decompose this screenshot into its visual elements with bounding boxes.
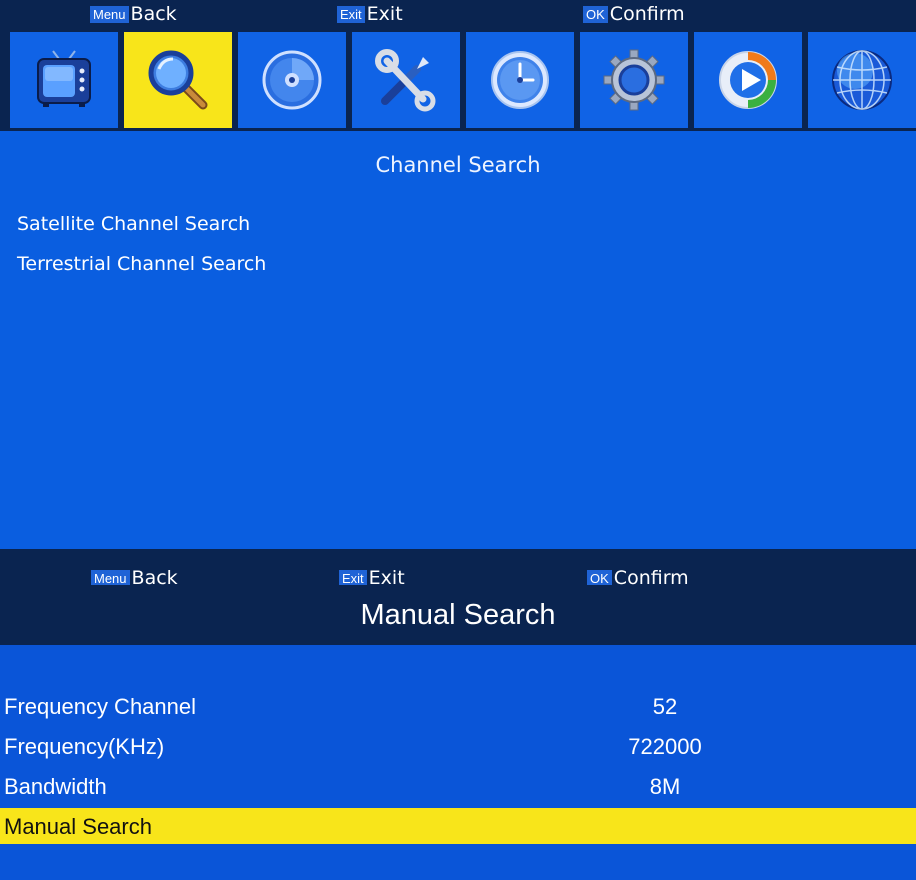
hint-menu-back: Menu Back	[90, 3, 177, 25]
menu-tile-disc[interactable]	[238, 32, 346, 128]
manual-search-title: Manual Search	[360, 598, 556, 631]
frequency-channel-label: Frequency Channel	[4, 694, 197, 719]
tools-icon	[375, 49, 436, 112]
globe-icon	[832, 50, 892, 110]
menu-tile-tv[interactable]	[10, 32, 118, 128]
hint-exit: Exit Exit	[339, 567, 405, 585]
channel-search-title: Channel Search	[375, 153, 541, 177]
exit-key: Exit	[339, 569, 367, 585]
exit-key: Exit	[337, 5, 365, 23]
menu-tile-network[interactable]	[808, 32, 916, 128]
gear-icon	[603, 49, 665, 111]
frequency-channel-value: 52	[652, 694, 678, 719]
menu-key: Menu	[91, 569, 130, 585]
main-menu-icon-bar	[0, 30, 916, 131]
menu-tile-settings[interactable]	[580, 32, 688, 128]
row-manual-search-start[interactable]: Manual Search	[0, 808, 916, 844]
bandwidth-label: Bandwidth	[4, 774, 107, 799]
clock-icon	[491, 51, 549, 109]
ok-key: OK	[587, 569, 612, 585]
menu-tile-media[interactable]	[694, 32, 802, 128]
disc-icon	[262, 50, 322, 110]
channel-search-panel: Channel Search Satellite Channel Search …	[0, 131, 916, 549]
manual-search-panel: Frequency Channel 52 Frequency(KHz) 7220…	[0, 645, 916, 880]
frequency-khz-value: 722000	[628, 734, 702, 759]
hint-exit: Exit Exit	[337, 3, 403, 25]
hint-menu-back: Menu Back	[91, 567, 178, 585]
hint-ok-confirm: OK Confirm	[583, 3, 685, 25]
search-icon	[148, 50, 208, 110]
hint-label-confirm: Confirm	[613, 567, 689, 585]
hint-label-back: Back	[131, 567, 178, 585]
menu-tile-search[interactable]	[124, 32, 232, 128]
row-bandwidth[interactable]: Bandwidth 8M	[0, 768, 916, 804]
menu-tile-clock[interactable]	[466, 32, 574, 128]
row-frequency-khz[interactable]: Frequency(KHz) 722000	[0, 728, 916, 764]
bandwidth-value: 8M	[649, 774, 681, 799]
hint-label-back: Back	[130, 3, 177, 25]
menu-tile-tools[interactable]	[352, 32, 460, 128]
media-play-icon	[719, 51, 777, 109]
manual-search-title-bar: Manual Search	[0, 585, 916, 645]
menu-key: Menu	[90, 5, 129, 23]
row-frequency-channel[interactable]: Frequency Channel 52	[0, 688, 916, 724]
manual-search-start-label: Manual Search	[4, 814, 152, 839]
hint-label-exit: Exit	[368, 567, 405, 585]
tv-icon	[37, 50, 91, 107]
frequency-khz-label: Frequency(KHz)	[4, 734, 165, 759]
hint-label-exit: Exit	[366, 3, 403, 25]
ok-key: OK	[583, 5, 608, 23]
hint-ok-confirm: OK Confirm	[587, 567, 689, 585]
bottom-hint-bar: Menu Back Exit Exit OK Confirm	[0, 549, 916, 585]
menu-item-terrestrial-channel-search[interactable]: Terrestrial Channel Search	[17, 253, 266, 275]
top-hint-bar: Menu Back Exit Exit OK Confirm	[0, 0, 916, 30]
menu-item-satellite-channel-search[interactable]: Satellite Channel Search	[17, 213, 250, 235]
hint-label-confirm: Confirm	[609, 3, 685, 25]
